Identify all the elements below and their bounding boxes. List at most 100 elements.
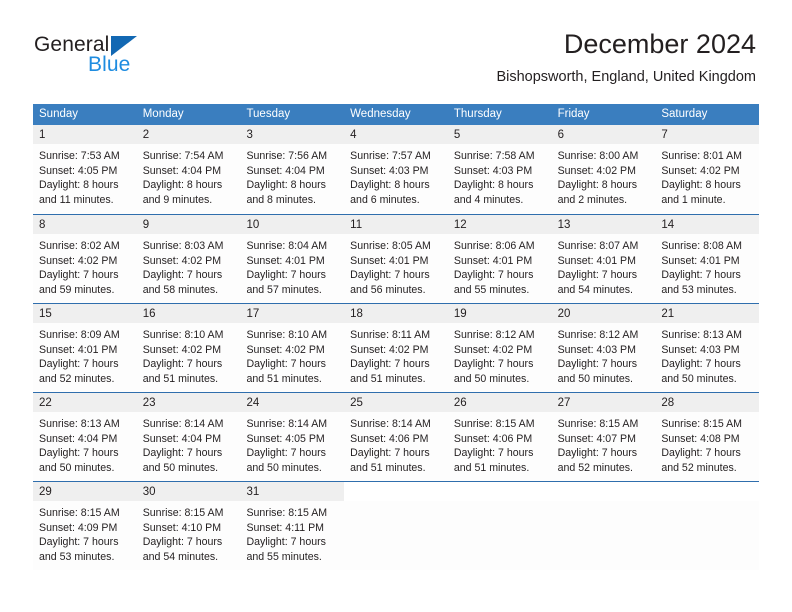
day-cell[interactable]: 15 Sunrise: 8:09 AM Sunset: 4:01 PM Dayl… (33, 304, 137, 392)
day-cell[interactable]: 7 Sunrise: 8:01 AM Sunset: 4:02 PM Dayli… (655, 125, 760, 214)
day-number: 28 (661, 397, 675, 409)
sunset-text: Sunset: 4:02 PM (453, 343, 533, 356)
day-number-band (447, 482, 552, 501)
page-header: General Blue December 2024 Bishopsworth,… (0, 0, 792, 100)
weekday-header-friday: Friday (557, 108, 590, 120)
weekday-header-wednesday: Wednesday (350, 108, 411, 120)
day-details: Sunrise: 8:10 AM Sunset: 4:02 PM Dayligh… (240, 323, 344, 386)
day-cell[interactable]: 1 Sunrise: 7:53 AM Sunset: 4:05 PM Dayli… (33, 125, 137, 214)
day-cell[interactable]: 28 Sunrise: 8:15 AM Sunset: 4:08 PM Dayl… (655, 393, 760, 481)
day-cell[interactable]: 14 Sunrise: 8:08 AM Sunset: 4:01 PM Dayl… (655, 215, 760, 303)
day-details: Sunrise: 8:15 AM Sunset: 4:10 PM Dayligh… (137, 501, 241, 564)
day-cell[interactable]: 19 Sunrise: 8:12 AM Sunset: 4:02 PM Dayl… (447, 304, 552, 392)
week-row: 22 Sunrise: 8:13 AM Sunset: 4:04 PM Dayl… (33, 392, 760, 481)
sunrise-text: Sunrise: 8:15 AM (557, 418, 639, 430)
daylight-text-line1: Daylight: 8 hours (661, 179, 741, 192)
day-cell[interactable]: 24 Sunrise: 8:14 AM Sunset: 4:05 PM Dayl… (240, 393, 345, 481)
day-number: 2 (142, 129, 150, 141)
day-number: 22 (39, 397, 52, 409)
sunset-text: Sunset: 4:05 PM (39, 164, 118, 177)
day-details: Sunrise: 8:07 AM Sunset: 4:01 PM Dayligh… (552, 234, 656, 297)
sunrise-text: Sunrise: 7:56 AM (246, 150, 328, 162)
day-cell[interactable]: 5 Sunrise: 7:58 AM Sunset: 4:03 PM Dayli… (447, 125, 552, 214)
sunrise-text: Sunrise: 8:05 AM (350, 240, 431, 252)
day-number: 3 (246, 129, 253, 141)
sunrise-text: Sunrise: 8:03 AM (142, 240, 224, 252)
day-details: Sunrise: 8:15 AM Sunset: 4:09 PM Dayligh… (33, 501, 137, 564)
day-number: 27 (557, 397, 571, 409)
day-number-band: 7 (655, 125, 760, 144)
week-row: 15 Sunrise: 8:09 AM Sunset: 4:01 PM Dayl… (33, 303, 760, 392)
sunrise-text: Sunrise: 8:06 AM (453, 240, 535, 252)
day-number: 18 (350, 308, 363, 320)
sunset-text: Sunset: 4:01 PM (39, 343, 118, 356)
sunrise-text: Sunrise: 8:15 AM (39, 507, 120, 519)
daylight-text-line2: and 50 minutes. (39, 461, 115, 474)
day-number: 6 (557, 129, 564, 141)
day-cell[interactable]: 31 Sunrise: 8:15 AM Sunset: 4:11 PM Dayl… (240, 482, 345, 570)
daylight-text-line2: and 52 minutes. (39, 372, 115, 385)
daylight-text-line1: Daylight: 7 hours (246, 358, 326, 371)
daylight-text-line2: and 4 minutes. (453, 193, 524, 206)
day-cell[interactable]: 26 Sunrise: 8:15 AM Sunset: 4:06 PM Dayl… (447, 393, 552, 481)
daylight-text-line2: and 55 minutes. (246, 550, 322, 563)
day-cell[interactable]: 27 Sunrise: 8:15 AM Sunset: 4:07 PM Dayl… (551, 393, 656, 481)
daylight-text-line1: Daylight: 7 hours (350, 269, 430, 282)
day-cell[interactable]: 23 Sunrise: 8:14 AM Sunset: 4:04 PM Dayl… (136, 393, 241, 481)
day-cell[interactable]: 30 Sunrise: 8:15 AM Sunset: 4:10 PM Dayl… (136, 482, 241, 570)
weekday-header-sunday: Sunday (39, 108, 79, 120)
day-number: 7 (661, 129, 668, 141)
day-details: Sunrise: 8:06 AM Sunset: 4:01 PM Dayligh… (448, 234, 552, 297)
day-number: 9 (142, 219, 150, 231)
daylight-text-line2: and 50 minutes. (453, 372, 530, 385)
day-number-band (551, 482, 656, 501)
day-cell[interactable]: 2 Sunrise: 7:54 AM Sunset: 4:04 PM Dayli… (136, 125, 241, 214)
daylight-text-line1: Daylight: 7 hours (453, 269, 534, 282)
day-cell[interactable]: 13 Sunrise: 8:07 AM Sunset: 4:01 PM Dayl… (551, 215, 656, 303)
sunrise-text: Sunrise: 8:13 AM (661, 329, 742, 341)
sunset-text: Sunset: 4:04 PM (246, 164, 325, 177)
day-cell[interactable]: 9 Sunrise: 8:03 AM Sunset: 4:02 PM Dayli… (136, 215, 241, 303)
daylight-text-line2: and 56 minutes. (350, 283, 426, 296)
sunrise-text: Sunrise: 8:15 AM (142, 507, 224, 519)
brand-logo[interactable]: General Blue (34, 34, 234, 84)
day-cell[interactable]: 10 Sunrise: 8:04 AM Sunset: 4:01 PM Dayl… (240, 215, 345, 303)
day-cell[interactable]: 22 Sunrise: 8:13 AM Sunset: 4:04 PM Dayl… (33, 393, 137, 481)
day-cell[interactable]: 29 Sunrise: 8:15 AM Sunset: 4:09 PM Dayl… (33, 482, 137, 570)
day-details: Sunrise: 8:10 AM Sunset: 4:02 PM Dayligh… (137, 323, 241, 386)
day-number-band: 8 (33, 215, 137, 234)
day-cell[interactable]: 18 Sunrise: 8:11 AM Sunset: 4:02 PM Dayl… (344, 304, 448, 392)
day-number-band: 20 (551, 304, 656, 323)
day-number-band: 3 (240, 125, 345, 144)
day-cell[interactable]: 3 Sunrise: 7:56 AM Sunset: 4:04 PM Dayli… (240, 125, 345, 214)
day-cell[interactable]: 8 Sunrise: 8:02 AM Sunset: 4:02 PM Dayli… (33, 215, 137, 303)
day-cell[interactable]: 21 Sunrise: 8:13 AM Sunset: 4:03 PM Dayl… (655, 304, 760, 392)
day-cell[interactable]: 6 Sunrise: 8:00 AM Sunset: 4:02 PM Dayli… (551, 125, 656, 214)
day-number-band: 16 (136, 304, 241, 323)
day-number-band: 24 (240, 393, 345, 412)
day-details: Sunrise: 8:11 AM Sunset: 4:02 PM Dayligh… (344, 323, 448, 386)
daylight-text-line2: and 1 minute. (661, 193, 726, 206)
day-number: 4 (350, 129, 357, 141)
day-details: Sunrise: 8:14 AM Sunset: 4:04 PM Dayligh… (137, 412, 241, 475)
day-cell[interactable]: 4 Sunrise: 7:57 AM Sunset: 4:03 PM Dayli… (344, 125, 448, 214)
day-cell[interactable]: 16 Sunrise: 8:10 AM Sunset: 4:02 PM Dayl… (136, 304, 241, 392)
day-cell[interactable]: 20 Sunrise: 8:12 AM Sunset: 4:03 PM Dayl… (551, 304, 656, 392)
day-number-band: 19 (447, 304, 552, 323)
day-number: 30 (142, 486, 156, 498)
day-number-band: 28 (655, 393, 760, 412)
day-number-band: 13 (551, 215, 656, 234)
sunrise-text: Sunrise: 8:14 AM (142, 418, 224, 430)
daylight-text-line1: Daylight: 7 hours (39, 269, 119, 282)
sunrise-text: Sunrise: 8:09 AM (39, 329, 120, 341)
sunset-text: Sunset: 4:04 PM (142, 432, 222, 445)
day-number: 10 (246, 219, 260, 231)
day-number-band: 25 (344, 393, 448, 412)
day-cell[interactable]: 25 Sunrise: 8:14 AM Sunset: 4:06 PM Dayl… (344, 393, 448, 481)
day-details: Sunrise: 7:53 AM Sunset: 4:05 PM Dayligh… (33, 144, 137, 207)
day-cell[interactable]: 17 Sunrise: 8:10 AM Sunset: 4:02 PM Dayl… (240, 304, 345, 392)
day-cell[interactable]: 12 Sunrise: 8:06 AM Sunset: 4:01 PM Dayl… (447, 215, 552, 303)
day-cell[interactable]: 11 Sunrise: 8:05 AM Sunset: 4:01 PM Dayl… (344, 215, 448, 303)
daylight-text-line2: and 51 minutes. (453, 461, 530, 474)
day-number-band: 2 (136, 125, 241, 144)
